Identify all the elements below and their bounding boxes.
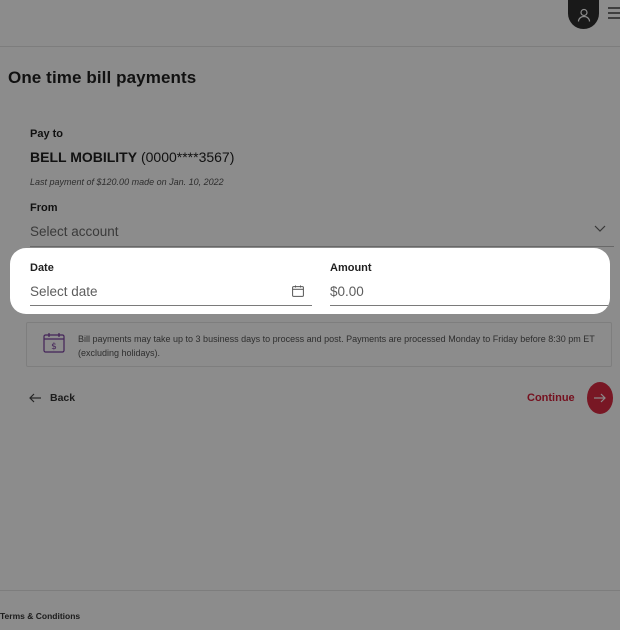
profile-button[interactable] [568, 0, 599, 29]
pay-to-label: Pay to [30, 128, 64, 140]
calendar-dollar-icon: $ [43, 333, 65, 353]
arrow-left-icon [29, 393, 41, 403]
user-icon [577, 8, 590, 22]
page-footer: Terms & Conditions [0, 590, 620, 630]
from-account-select[interactable]: Select account [30, 221, 614, 247]
payee-account: (0000****3567) [137, 149, 235, 165]
chevron-down-icon [594, 225, 606, 232]
back-button[interactable]: Back [29, 390, 75, 406]
date-label: Date [30, 262, 54, 274]
from-account-placeholder: Select account [30, 224, 119, 239]
amount-placeholder: $0.00 [330, 284, 364, 299]
continue-circle [586, 381, 613, 414]
continue-label: Continue [527, 391, 575, 404]
date-placeholder: Select date [30, 284, 98, 299]
date-input[interactable]: Select date [30, 281, 312, 306]
notice-text: Bill payments may take up to 3 business … [78, 334, 595, 358]
hamburger-menu-icon[interactable] [606, 6, 620, 20]
svg-text:$: $ [51, 342, 57, 352]
terms-link[interactable]: Terms & Conditions [0, 611, 80, 621]
page-title: One time bill payments [8, 68, 197, 87]
payee-name: BELL MOBILITY [30, 149, 138, 165]
amount-label: Amount [330, 262, 372, 274]
processing-notice: $ Bill payments may take up to 3 busines… [26, 322, 612, 367]
top-header [0, 0, 620, 47]
amount-input[interactable]: $0.00 [330, 281, 608, 306]
payee-display: BELL MOBILITY (0000****3567) [30, 149, 234, 165]
calendar-icon[interactable] [292, 285, 304, 297]
continue-button[interactable]: Continue [527, 381, 613, 414]
arrow-right-icon [593, 393, 606, 402]
back-label: Back [50, 392, 76, 404]
last-payment-note: Last payment of $120.00 made on Jan. 10,… [30, 177, 224, 187]
from-label: From [30, 202, 58, 214]
